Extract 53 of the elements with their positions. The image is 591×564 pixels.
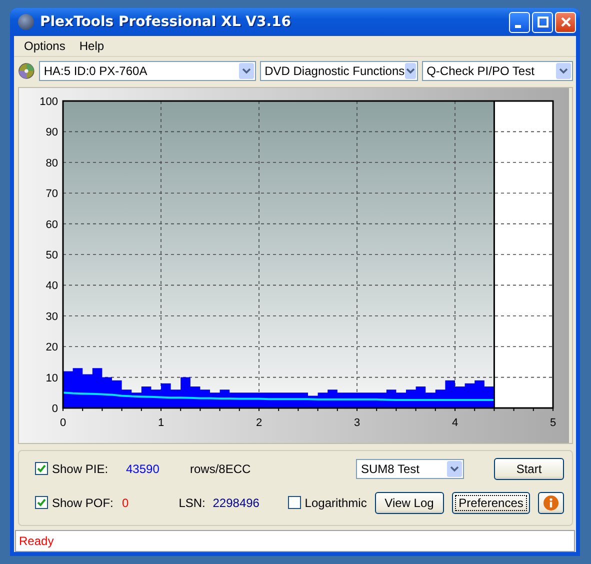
lsn-label: LSN: [178, 496, 206, 510]
pie-count: 43590 [126, 462, 160, 476]
x-tick-label: 2 [256, 416, 262, 429]
window-title: PlexTools Professional XL V3.16 [40, 14, 292, 30]
info-icon [543, 494, 560, 511]
drive-dropdown[interactable]: HA:5 ID:0 PX-760A [38, 60, 256, 81]
show-pie-checkbox[interactable] [35, 462, 48, 476]
maximize-icon [536, 16, 548, 28]
y-tick-label: 70 [46, 188, 58, 200]
y-tick-label: 30 [46, 310, 58, 323]
menu-item[interactable]: Options [24, 38, 66, 53]
y-tick-label: 80 [46, 157, 58, 170]
x-tick-label: 4 [452, 416, 458, 429]
menu-item[interactable]: Help [79, 38, 104, 53]
close-button[interactable] [555, 12, 576, 32]
app-logo-icon [18, 14, 34, 30]
minimize-icon [514, 24, 520, 28]
logarithmic-label: Logarithmic [304, 496, 367, 510]
y-tick-label: 60 [46, 218, 58, 230]
disc-icon [18, 62, 35, 80]
x-tick-label: 5 [550, 416, 556, 429]
minimize-button[interactable] [509, 12, 530, 32]
test-mode-dropdown[interactable]: SUM8 Test [356, 458, 464, 479]
status-text: Ready [18, 534, 54, 548]
lsn-value: 2298496 [212, 496, 260, 510]
x-tick-label: 3 [354, 416, 360, 429]
maximize-button[interactable] [532, 12, 553, 32]
preferences-button[interactable]: Preferences [452, 492, 530, 514]
close-icon [560, 16, 572, 28]
y-tick-label: 50 [46, 249, 58, 262]
y-tick-label: 10 [46, 372, 58, 384]
show-pof-label: Show POF: [52, 496, 114, 510]
x-tick-label: 1 [158, 416, 164, 429]
y-tick-label: 20 [46, 341, 58, 354]
view-log-button[interactable]: View Log [374, 492, 444, 514]
x-tick-label: 0 [60, 416, 66, 429]
show-pof-checkbox[interactable] [35, 496, 48, 510]
y-tick-label: 0 [52, 402, 58, 415]
pof-count: 0 [122, 496, 130, 510]
chevron-down-icon [559, 68, 568, 74]
chevron-down-icon [450, 466, 459, 472]
show-pie-label: Show PIE: [52, 462, 110, 476]
y-tick-label: 40 [46, 280, 58, 292]
function-dropdown[interactable]: DVD Diagnostic Functions [260, 60, 418, 81]
test-dropdown[interactable]: Q-Check PI/PO Test [422, 60, 573, 81]
y-tick-label: 100 [40, 96, 58, 108]
logarithmic-checkbox[interactable] [288, 496, 301, 510]
info-button[interactable] [538, 492, 564, 514]
y-tick-label: 90 [46, 126, 58, 138]
unit-label: rows/8ECC [190, 462, 251, 476]
chevron-down-icon [242, 68, 251, 74]
chevron-down-icon [406, 68, 415, 74]
start-button[interactable]: Start [494, 458, 564, 480]
